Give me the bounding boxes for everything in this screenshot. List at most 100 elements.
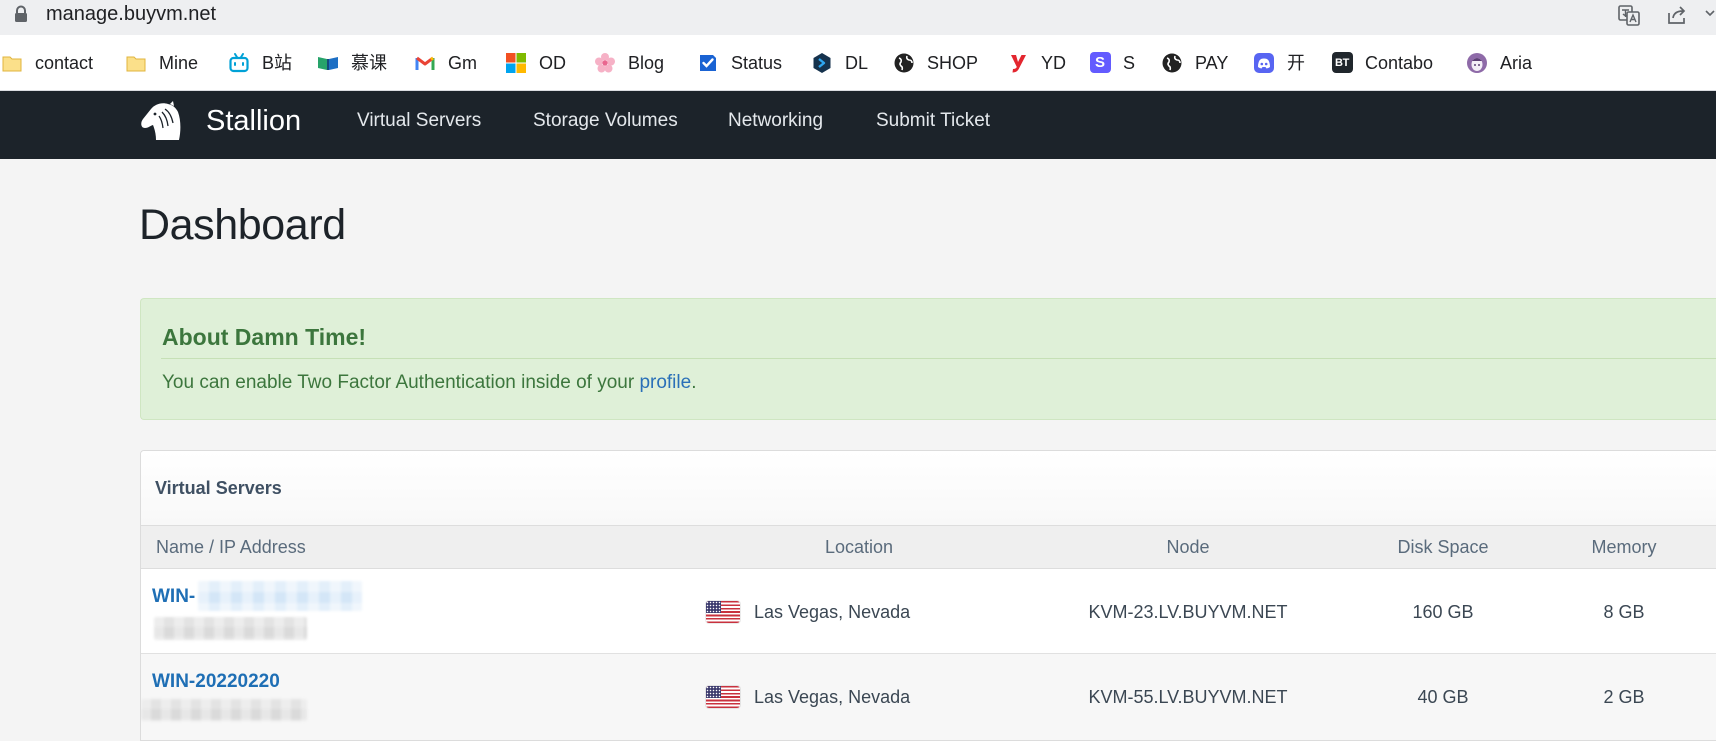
- globe-icon: [893, 52, 915, 74]
- node-cell: KVM-55.LV.BUYVM.NET: [1088, 687, 1288, 707]
- hexagon-icon: [811, 52, 833, 74]
- bookmark-label: Blog: [628, 52, 665, 73]
- bookmark-discord[interactable]: 开: [1253, 35, 1305, 90]
- bookmark-contact[interactable]: contact: [1, 35, 93, 90]
- panel-header: Virtual Servers: [141, 451, 1716, 526]
- bookmark-yd[interactable]: YD: [1007, 35, 1066, 90]
- bookmark-label: Gm: [448, 52, 477, 73]
- bt-logo-text: BT: [1331, 52, 1353, 73]
- browser-window: manage.buyvm.net contact Mine B站 慕课 Gm O…: [0, 0, 1716, 741]
- column-node: Node: [1166, 537, 1210, 557]
- bookmark-mooc[interactable]: 慕课: [317, 35, 387, 90]
- bookmark-status[interactable]: Status: [697, 35, 782, 90]
- bookmark-label: B站: [262, 52, 293, 73]
- folder-icon: [125, 52, 147, 74]
- site-navbar: Stallion Virtual Servers Storage Volumes…: [0, 91, 1716, 159]
- globe-icon: [1161, 52, 1183, 74]
- bookmark-mine[interactable]: Mine: [125, 35, 198, 90]
- redacted-ip-blur: [141, 699, 307, 721]
- location-cell: Las Vegas, Nevada: [706, 599, 910, 625]
- disk-cell: 40 GB: [1417, 687, 1469, 707]
- share-icon[interactable]: [1665, 3, 1689, 27]
- bookmark-label: YD: [1041, 52, 1067, 73]
- alert-divider: [161, 358, 1716, 359]
- bookmark-pay[interactable]: PAY: [1161, 35, 1228, 90]
- alert-heading: About Damn Time!: [162, 324, 367, 350]
- bookmark-dl[interactable]: DL: [811, 35, 868, 90]
- lock-icon[interactable]: [12, 4, 30, 24]
- brand-name[interactable]: Stallion: [206, 106, 301, 136]
- bookmark-label: OD: [539, 52, 566, 73]
- microsoft-icon: [505, 52, 527, 74]
- panel-title: Virtual Servers: [155, 478, 282, 498]
- bookmark-aria[interactable]: Aria: [1466, 35, 1532, 90]
- table-row[interactable]: WIN- Las Vegas, Nevada KVM-23.LV.BUYVM.N…: [141, 569, 1716, 654]
- memory-cell: 2 GB: [1603, 687, 1645, 707]
- us-flag-icon: [706, 601, 740, 623]
- nav-networking[interactable]: Networking: [728, 109, 823, 133]
- bookmarks-bar: contact Mine B站 慕课 Gm OD Blog Status DL …: [0, 35, 1716, 91]
- location-cell: Las Vegas, Nevada: [706, 684, 910, 710]
- discord-icon: [1253, 52, 1275, 74]
- disk-cell: 160 GB: [1412, 602, 1474, 622]
- column-location: Location: [824, 537, 894, 557]
- redacted-ip-blur: [154, 617, 307, 640]
- aria-icon: [1466, 52, 1488, 74]
- s-logo-text: S: [1089, 52, 1111, 73]
- flag-canton: [706, 601, 721, 613]
- location-text: Las Vegas, Nevada: [754, 687, 911, 707]
- flower-icon: [594, 52, 616, 74]
- bookmark-label: Aria: [1500, 52, 1533, 73]
- page-title: Dashboard: [139, 201, 346, 249]
- location-text: Las Vegas, Nevada: [754, 602, 911, 622]
- table-header: Name / IP Address Location Node Disk Spa…: [141, 525, 1716, 569]
- bookmark-label: PAY: [1195, 52, 1229, 73]
- y-logo-icon: [1007, 52, 1029, 74]
- bookmark-gmail[interactable]: Gm: [414, 35, 477, 90]
- translate-icon[interactable]: [1617, 3, 1641, 27]
- memory-cell: 8 GB: [1603, 602, 1645, 622]
- flag-canton: [706, 686, 721, 698]
- table-row[interactable]: WIN-20220220 Las Vegas, Nevada KVM-55.LV…: [141, 654, 1716, 740]
- checkbox-icon: [697, 52, 719, 74]
- column-disk-space: Disk Space: [1397, 537, 1489, 557]
- bookmark-label: S: [1123, 52, 1136, 73]
- gmail-icon: [414, 52, 436, 74]
- node-cell: KVM-23.LV.BUYVM.NET: [1088, 602, 1288, 622]
- us-flag-icon: [706, 686, 740, 708]
- bilibili-icon: [228, 52, 250, 74]
- bookmark-s[interactable]: S S: [1089, 35, 1135, 90]
- url-text[interactable]: manage.buyvm.net: [46, 0, 216, 28]
- bookmark-label: Mine: [159, 52, 199, 73]
- bookmark-label: 慕课: [351, 52, 387, 73]
- bookmark-label: SHOP: [927, 52, 979, 73]
- nav-submit-ticket[interactable]: Submit Ticket: [876, 109, 990, 133]
- horse-head-icon[interactable]: [138, 101, 182, 141]
- nav-storage-volumes[interactable]: Storage Volumes: [533, 109, 678, 133]
- chevron-down-icon[interactable]: [1704, 3, 1716, 27]
- column-name: Name / IP Address: [156, 537, 306, 557]
- bookmark-bilibili[interactable]: B站: [228, 35, 292, 90]
- redacted-name-blur: [198, 581, 362, 611]
- two-factor-alert: About Damn Time! You can enable Two Fact…: [140, 298, 1716, 420]
- server-name-link[interactable]: WIN-: [152, 583, 195, 611]
- nav-virtual-servers[interactable]: Virtual Servers: [357, 109, 481, 133]
- bookmark-onedrive[interactable]: OD: [505, 35, 566, 90]
- bookmark-contabo[interactable]: BT Contabo: [1331, 35, 1433, 90]
- alert-suffix: .: [691, 372, 697, 393]
- server-name-link[interactable]: WIN-20220220: [152, 668, 280, 696]
- column-memory: Memory: [1591, 537, 1657, 557]
- bt-logo-icon: BT: [1331, 52, 1353, 74]
- address-bar[interactable]: manage.buyvm.net: [0, 0, 1716, 35]
- alert-message: You can enable Two Factor Authentication…: [162, 370, 696, 396]
- bookmark-label: Contabo: [1365, 52, 1434, 73]
- bookmark-label: DL: [845, 52, 869, 73]
- profile-link[interactable]: profile: [639, 372, 691, 393]
- book-icon: [317, 52, 339, 74]
- alert-text: You can enable Two Factor Authentication…: [162, 372, 640, 393]
- bookmark-label: contact: [35, 52, 94, 73]
- bookmark-shop[interactable]: SHOP: [893, 35, 978, 90]
- bookmark-label: 开: [1287, 52, 1305, 73]
- bookmark-label: Status: [731, 52, 783, 73]
- bookmark-blog[interactable]: Blog: [594, 35, 664, 90]
